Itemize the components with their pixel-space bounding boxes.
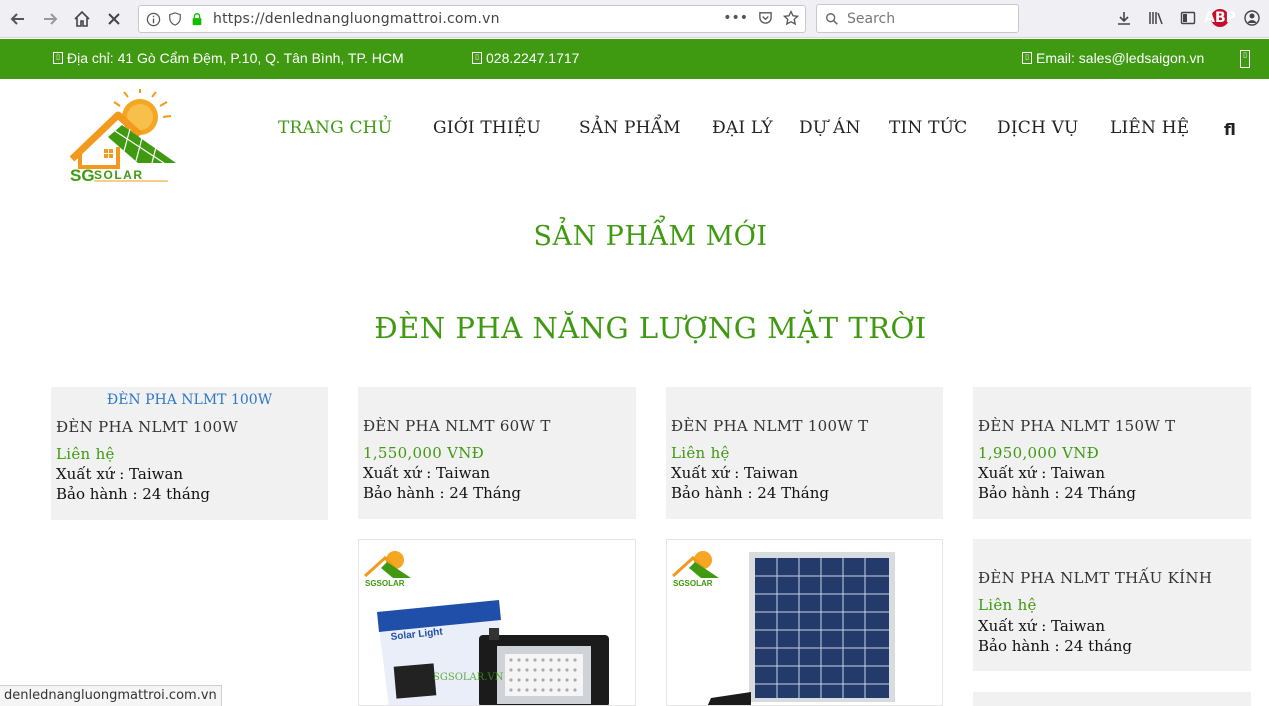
top-info-bar: ▯ Địa chỉ: 41 Gò Cẩm Đệm, P.10, Q. Tân B… <box>0 39 1269 79</box>
home-button[interactable] <box>70 7 94 31</box>
status-bar-url: denlednangluongmattroi.com.vn <box>0 685 222 706</box>
image-watermark: SGSOLAR.VN <box>433 672 504 683</box>
logo-sg-text: SG <box>70 166 95 185</box>
nav-services[interactable]: DỊCH VỤ <box>997 118 1079 138</box>
product-card[interactable]: ĐÈN PHA NLMT THẤU KÍNH Liên hệ Xuất xứ :… <box>973 539 1251 671</box>
product-image[interactable]: SGSOLAR Solar Light SGSOLAR.VN <box>358 539 636 706</box>
product-name[interactable]: ĐÈN PHA NLMT 100W <box>56 418 238 436</box>
product-warranty: Bảo hành : 24 Tháng <box>363 484 522 502</box>
email-text[interactable]: Email: sales@ledsaigon.vn <box>1036 50 1204 66</box>
nav-home[interactable]: TRANG CHỦ <box>278 118 392 138</box>
nav-products[interactable]: SẢN PHẨM <box>579 118 681 138</box>
product-price: 1,950,000 VNĐ <box>978 444 1100 462</box>
product-origin: Xuất xứ : Taiwan <box>671 464 799 482</box>
product-price: 1,550,000 VNĐ <box>363 444 485 462</box>
bookmark-star-icon[interactable] <box>782 9 800 30</box>
lock-icon[interactable] <box>189 11 205 27</box>
phone-text[interactable]: 028.2247.1717 <box>486 50 579 66</box>
product-name[interactable]: ĐÈN PHA NLMT 150W T <box>978 417 1175 435</box>
sg-solar-logo[interactable]: SG SOLAR <box>68 89 180 185</box>
phone-info[interactable]: ▯ 028.2247.1717 <box>472 50 579 66</box>
nav-about[interactable]: GIỚI THIỆU <box>433 118 541 138</box>
nav-projects[interactable]: DỰ ÁN <box>799 118 861 138</box>
address-info: ▯ Địa chỉ: 41 Gò Cẩm Đệm, P.10, Q. Tân B… <box>53 50 404 66</box>
product-warranty: Bảo hành : 24 tháng <box>56 485 211 503</box>
home-icon <box>74 10 90 27</box>
url-text: https://denlednangluongmattroi.com.vn <box>213 11 500 27</box>
product-origin: Xuất xứ : Taiwan <box>978 464 1106 482</box>
product-card[interactable]: ĐÈN PHA NLMT 100W T Liên hệ Xuất xứ : Ta… <box>666 387 943 519</box>
product-warranty: Bảo hành : 24 tháng <box>978 637 1133 655</box>
social-info[interactable]: ▯ <box>1240 50 1250 68</box>
email-icon: ▯ <box>1022 52 1032 64</box>
forward-arrow-icon <box>44 13 58 25</box>
downloads-icon[interactable] <box>1115 9 1133 27</box>
forward-button[interactable] <box>38 7 62 31</box>
product-name[interactable]: ĐÈN PHA NLMT THẤU KÍNH <box>978 569 1212 587</box>
product-image-alt-link[interactable]: ĐÈN PHA NLMT 100W <box>51 392 328 408</box>
browser-toolbar: https://denlednangluongmattroi.com.vn ••… <box>0 0 1269 38</box>
pocket-icon[interactable] <box>758 10 773 30</box>
category-title[interactable]: ĐÈN PHA NĂNG LƯỢNG MẶT TRỜI <box>0 311 1269 345</box>
product-warranty: Bảo hành : 24 Tháng <box>671 484 830 502</box>
nav-contact[interactable]: LIÊN HỆ <box>1110 118 1189 138</box>
search-bar[interactable]: Search <box>816 4 1019 33</box>
product-name[interactable]: ĐÈN PHA NLMT 100W T <box>671 417 868 435</box>
back-arrow-icon <box>10 13 24 25</box>
info-icon[interactable] <box>145 11 161 27</box>
nav-dealers[interactable]: ĐẠI LÝ <box>712 118 773 138</box>
product-origin: Xuất xứ : Taiwan <box>978 617 1106 635</box>
map-marker-icon: ▯ <box>53 52 63 64</box>
phone-icon: ▯ <box>472 52 482 64</box>
product-card[interactable]: ĐÈN PHA NLMT 100W ĐÈN PHA NLMT 100W Liên… <box>51 387 328 520</box>
nav-search-icon[interactable]: fl <box>1224 120 1236 139</box>
product-origin: Xuất xứ : Taiwan <box>56 465 184 483</box>
search-placeholder: Search <box>847 10 896 27</box>
back-button[interactable] <box>6 7 30 31</box>
product-card[interactable]: ĐÈN PHA NLMT 60W T 1,550,000 VNĐ Xuất xứ… <box>358 387 636 519</box>
address-text: Địa chỉ: 41 Gò Cẩm Đệm, P.10, Q. Tân Bìn… <box>67 50 404 66</box>
account-icon[interactable] <box>1243 9 1261 27</box>
product-card[interactable] <box>973 692 1251 706</box>
close-icon <box>108 13 120 25</box>
product-price: Liên hệ <box>978 596 1037 614</box>
product-card[interactable]: ĐÈN PHA NLMT 150W T 1,950,000 VNĐ Xuất x… <box>973 387 1251 519</box>
product-warranty: Bảo hành : 24 Tháng <box>978 484 1137 502</box>
nav-news[interactable]: TIN TỨC <box>889 118 967 138</box>
sidebar-icon[interactable] <box>1179 9 1197 27</box>
product-origin: Xuất xứ : Taiwan <box>363 464 491 482</box>
address-bar[interactable]: https://denlednangluongmattroi.com.vn ••… <box>138 5 806 33</box>
solar-panel-icon <box>707 552 895 705</box>
shield-icon[interactable] <box>167 11 183 27</box>
search-icon <box>826 12 838 25</box>
page-actions-icon[interactable]: ••• <box>723 10 748 30</box>
product-price: Liên hệ <box>671 444 730 462</box>
email-info[interactable]: ▯ Email: sales@ledsaigon.vn <box>1022 50 1204 66</box>
adblock-icon[interactable]: ABP <box>1204 9 1236 27</box>
product-name[interactable]: ĐÈN PHA NLMT 60W T <box>363 417 551 435</box>
product-image[interactable]: SGSOLAR <box>666 539 943 706</box>
logo-solar-text: SOLAR <box>94 168 144 182</box>
stop-button[interactable] <box>102 7 126 31</box>
section-title-new-products: SẢN PHẨM MỚI <box>533 221 768 252</box>
library-icon[interactable] <box>1147 9 1165 27</box>
facebook-icon[interactable]: ▯ <box>1240 50 1250 68</box>
product-price: Liên hệ <box>56 445 115 463</box>
